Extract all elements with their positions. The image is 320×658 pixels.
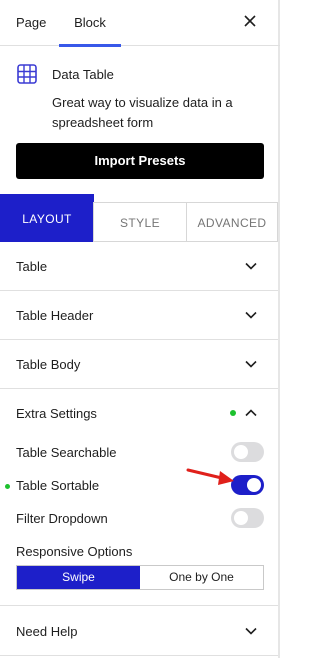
table-icon — [17, 64, 37, 84]
sidebar-edge — [278, 0, 280, 658]
filter-dropdown-label: Filter Dropdown — [16, 511, 108, 526]
responsive-swipe-button[interactable]: Swipe — [17, 566, 140, 589]
modified-indicator-dot — [230, 410, 236, 416]
tab-advanced[interactable]: ADVANCED — [186, 202, 278, 242]
responsive-options-label: Responsive Options — [16, 544, 133, 559]
section-table-toggle[interactable]: Table — [0, 242, 278, 290]
toggle-knob — [247, 478, 261, 492]
section-title: Table Header — [16, 308, 94, 323]
table-searchable-row: Table Searchable — [16, 442, 264, 464]
section-table: Table — [0, 242, 278, 291]
section-table-body-toggle[interactable]: Table Body — [0, 340, 278, 388]
section-extra-settings-toggle[interactable]: Extra Settings — [0, 389, 278, 437]
chevron-up-icon — [245, 409, 257, 417]
modified-indicator-dot — [5, 484, 10, 489]
import-presets-button[interactable]: Import Presets — [16, 143, 264, 179]
toggle-knob — [234, 445, 248, 459]
section-title: Table Body — [16, 357, 81, 372]
responsive-options-segmented: Swipe One by One — [16, 565, 264, 590]
responsive-one-by-one-button[interactable]: One by One — [140, 566, 263, 589]
section-title: Extra Settings — [16, 406, 97, 421]
chevron-down-icon — [245, 311, 257, 319]
section-table-header-toggle[interactable]: Table Header — [0, 291, 278, 339]
section-table-header: Table Header — [0, 291, 278, 340]
tab-style[interactable]: STYLE — [93, 202, 187, 242]
section-table-body: Table Body — [0, 340, 278, 389]
block-title: Data Table — [52, 67, 114, 82]
table-sortable-label: Table Sortable — [16, 478, 100, 493]
toggle-knob — [234, 511, 248, 525]
chevron-down-icon — [245, 360, 257, 368]
section-need-help-toggle[interactable]: Need Help — [0, 607, 278, 655]
tab-block[interactable]: Block — [59, 0, 121, 47]
block-description: Great way to visualize data in a spreads… — [52, 95, 233, 130]
chevron-down-icon — [245, 627, 257, 635]
table-searchable-toggle[interactable] — [231, 442, 264, 462]
close-icon[interactable] — [242, 13, 258, 29]
section-need-help: Need Help — [0, 607, 278, 656]
chevron-down-icon — [245, 262, 257, 270]
section-title: Table — [16, 259, 48, 274]
panel-tabs: LAYOUT STYLE ADVANCED — [0, 194, 278, 242]
section-title: Need Help — [16, 624, 78, 639]
tab-layout[interactable]: LAYOUT — [0, 194, 94, 242]
sidebar-header: Page Block — [0, 0, 280, 47]
annotation-arrow-icon — [186, 468, 234, 485]
filter-dropdown-toggle[interactable] — [231, 508, 264, 528]
tab-page[interactable]: Page — [16, 0, 46, 46]
table-searchable-label: Table Searchable — [16, 445, 117, 460]
filter-dropdown-row: Filter Dropdown — [16, 508, 264, 530]
